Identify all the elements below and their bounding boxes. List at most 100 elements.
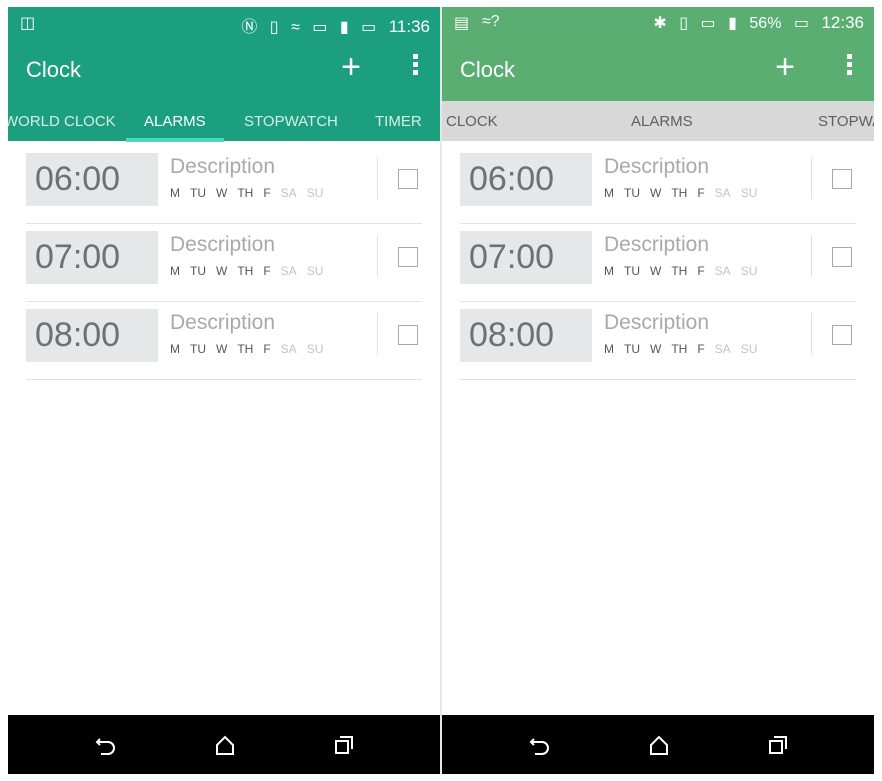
app-bar: Clock + [8,37,440,101]
alarm-days: M TU W TH F SA SU [170,264,333,278]
alarm-days: M TU W TH F SA SU [604,342,767,356]
day-th: TH [671,342,688,356]
alarm-time[interactable]: 06:00 [26,153,158,206]
alarm-row[interactable]: 06:00 Description M TU W TH F SA SU [26,145,422,224]
alarm-checkbox[interactable] [832,325,852,345]
alarm-time[interactable]: 08:00 [460,309,592,362]
day-w: W [650,264,662,278]
day-m: M [170,342,180,356]
storage-warning-icon: ▭ [312,19,328,36]
vibrate-icon: ▯ [679,15,689,32]
alarm-row[interactable]: 07:00 Description M TU W TH F SA SU [26,223,422,302]
row-separator [811,157,812,199]
home-icon[interactable] [647,733,671,757]
active-tab-indicator [126,138,224,142]
vibrate-icon: ▯ [269,19,279,36]
day-tu: TU [190,186,206,200]
alarm-row[interactable]: 06:00 Description M TU W TH F SA SU [460,145,856,224]
alarm-description[interactable]: Description [170,311,275,335]
day-th: TH [671,264,688,278]
navigation-bar [442,715,874,774]
wifi-unknown-icon: ≈? [482,13,500,30]
more-options-icon[interactable] [842,51,856,87]
recent-apps-icon[interactable] [332,733,356,757]
day-sa: SA [714,186,731,200]
tab-alarms[interactable]: ALARMS [631,113,693,130]
day-sa: SA [280,186,297,200]
row-separator [377,235,378,277]
day-su: SU [306,342,324,356]
storage-warning-icon: ▭ [700,15,716,32]
alarm-time[interactable]: 07:00 [460,231,592,284]
sim-manager-icon: ◫ [20,15,36,32]
day-su: SU [740,264,758,278]
status-time: 11:36 [388,17,430,36]
day-f: F [697,186,705,200]
day-sa: SA [280,264,297,278]
app-title: Clock [460,57,516,82]
battery-percent: 56% [749,15,782,32]
add-alarm-button[interactable]: + [336,49,366,85]
back-icon[interactable] [528,733,552,757]
tab-stopwatch[interactable]: STOPWATCH [818,113,874,130]
day-su: SU [306,186,324,200]
tab-bar: WORLD CLOCK ALARMS STOPWATCH [442,101,874,141]
phone-screen-right: ▤ ≈? ✱ ▯ ▭ ▮ 56% ▭ 12:36 Clock + WORLD C… [442,7,874,774]
alarm-checkbox[interactable] [398,247,418,267]
row-separator [811,235,812,277]
tab-bar: WORLD CLOCK ALARMS STOPWATCH TIMER [8,101,440,142]
day-w: W [650,342,662,356]
day-tu: TU [190,342,206,356]
status-time: 12:36 [821,13,864,32]
day-tu: TU [624,264,640,278]
battery-charging-icon: ▭ [361,19,377,36]
day-f: F [263,186,271,200]
day-su: SU [740,342,758,356]
day-su: SU [306,264,324,278]
alarm-checkbox[interactable] [398,169,418,189]
nfc-icon: Ⓝ [241,19,258,36]
back-icon[interactable] [94,733,118,757]
alarm-row[interactable]: 08:00 Description M TU W TH F SA SU [26,301,422,380]
alarm-time[interactable]: 07:00 [26,231,158,284]
alarm-checkbox[interactable] [398,325,418,345]
navigation-bar [8,715,440,774]
alarm-description[interactable]: Description [604,311,709,335]
day-m: M [170,264,180,278]
alarm-days: M TU W TH F SA SU [604,186,767,200]
day-su: SU [740,186,758,200]
signal-icon: ▮ [728,15,737,32]
app-bar: Clock + [442,37,874,101]
day-w: W [216,264,228,278]
day-m: M [604,342,614,356]
alarm-time[interactable]: 08:00 [26,309,158,362]
alarm-row[interactable]: 07:00 Description M TU W TH F SA SU [460,223,856,302]
bluetooth-icon: ✱ [653,15,667,32]
alarm-description[interactable]: Description [170,155,275,179]
alarm-checkbox[interactable] [832,169,852,189]
alarm-description[interactable]: Description [604,233,709,257]
day-sa: SA [280,342,297,356]
alarm-checkbox[interactable] [832,247,852,267]
home-icon[interactable] [213,733,237,757]
app-title: Clock [26,57,82,82]
tab-stopwatch[interactable]: STOPWATCH [244,113,338,130]
tab-alarms[interactable]: ALARMS [144,113,206,130]
day-f: F [263,264,271,278]
alarm-time[interactable]: 06:00 [460,153,592,206]
alarm-description[interactable]: Description [170,233,275,257]
day-sa: SA [714,342,731,356]
status-bar: ◫ Ⓝ ▯ ≈ ▭ ▮ ▭ 11:36 [8,7,440,37]
signal-icon: ▮ [339,19,349,36]
tab-world-clock[interactable]: WORLD CLOCK [442,113,498,130]
day-tu: TU [624,342,640,356]
recent-apps-icon[interactable] [766,733,790,757]
tab-timer[interactable]: TIMER [375,113,422,130]
tab-world-clock[interactable]: WORLD CLOCK [8,113,116,130]
more-options-icon[interactable] [408,51,422,87]
day-th: TH [237,186,254,200]
alarm-description[interactable]: Description [604,155,709,179]
row-separator [377,157,378,199]
alarm-row[interactable]: 08:00 Description M TU W TH F SA SU [460,301,856,380]
add-alarm-button[interactable]: + [770,49,800,85]
